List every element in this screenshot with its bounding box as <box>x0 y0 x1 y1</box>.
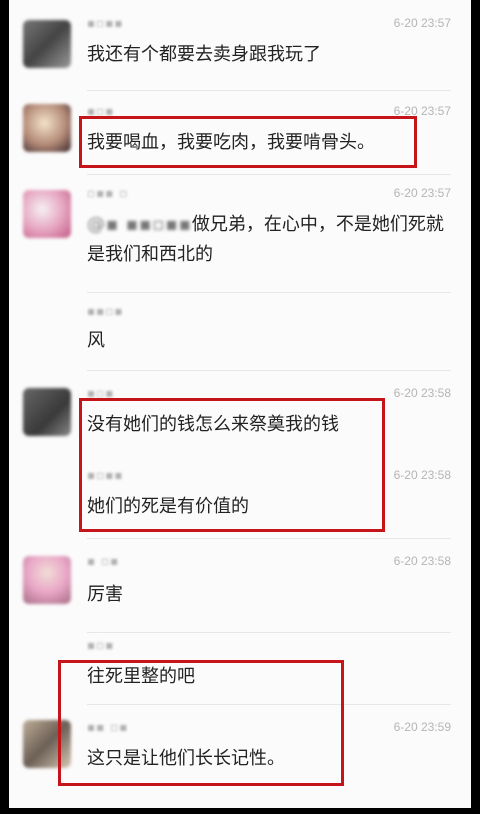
chat-screen: ▪▫▪▪ 6-20 23:57 我还有个都要去卖身跟我玩了 ▪▫▪ 6-20 2… <box>9 0 471 808</box>
highlight-box <box>79 116 417 168</box>
highlight-box <box>79 398 385 532</box>
highlight-box <box>58 660 344 786</box>
sender-name: ▪▫▪▪ <box>87 16 124 30</box>
sender-name: ▪▪▫▪ <box>87 304 124 318</box>
message-time: 6-20 23:58 <box>393 386 451 400</box>
chat-message[interactable]: ▪▪▫▪ 风 <box>9 292 471 370</box>
chat-message[interactable]: ▪▫▪▪ 6-20 23:57 我还有个都要去卖身跟我玩了 <box>9 0 471 90</box>
message-text: @▪ ▪▪▫▪▪ 做兄弟，在心中，不是她们死就是我们和西北的 <box>87 210 451 270</box>
avatar[interactable] <box>23 20 71 68</box>
message-text: 风 <box>87 330 105 351</box>
mention-tag[interactable]: @ <box>87 210 106 240</box>
avatar[interactable] <box>23 104 71 152</box>
mention-blur: ▪ ▪▪▫▪▪ <box>106 214 192 235</box>
message-time: 6-20 23:59 <box>393 720 451 734</box>
avatar[interactable] <box>23 388 71 436</box>
message-time: 6-20 23:58 <box>393 554 451 568</box>
message-text: 我还有个都要去卖身跟我玩了 <box>87 44 321 65</box>
message-time: 6-20 23:57 <box>393 16 451 30</box>
chat-message[interactable]: ▫▪▪ ▫ 6-20 23:57 @▪ ▪▪▫▪▪ 做兄弟，在心中，不是她们死就… <box>9 174 471 292</box>
sender-name: ▪▫▪ <box>87 638 115 652</box>
message-time: 6-20 23:58 <box>393 468 451 482</box>
message-text: 厉害 <box>87 584 123 605</box>
chat-message[interactable]: ▪ ▫▪ 6-20 23:58 厉害 <box>9 538 471 632</box>
sender-name: ▪ ▫▪ <box>87 554 120 568</box>
avatar[interactable] <box>23 556 71 604</box>
sender-name: ▫▪▪ ▫ <box>87 186 129 200</box>
avatar[interactable] <box>23 190 71 238</box>
message-time: 6-20 23:57 <box>393 186 451 200</box>
